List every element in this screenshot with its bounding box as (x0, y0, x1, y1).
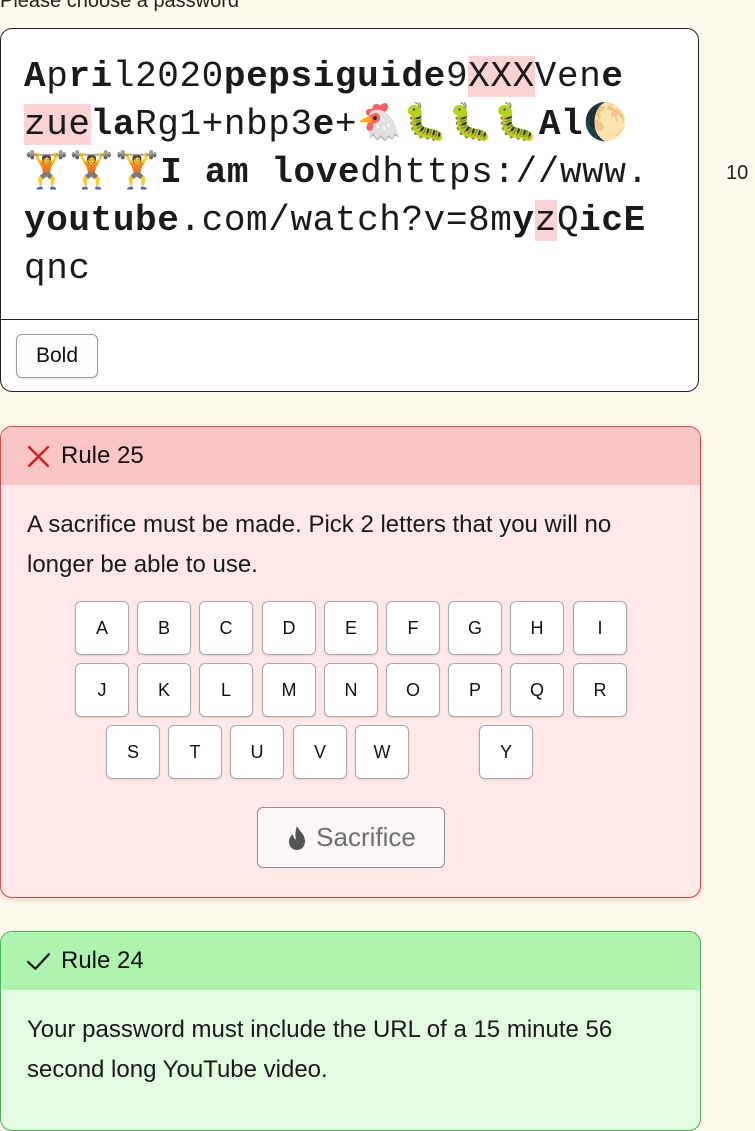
letter-key-i[interactable]: I (573, 601, 627, 655)
password-segment: youtube (24, 200, 180, 241)
password-segment: I am (160, 152, 272, 193)
password-segment: love (271, 152, 361, 193)
letter-key-o[interactable]: O (386, 663, 440, 717)
password-segment: 🌔 (583, 104, 629, 145)
password-segment: ri (68, 56, 113, 97)
letter-key-f[interactable]: F (386, 601, 440, 655)
password-segment: e (601, 56, 624, 97)
password-segment: dhttps://www. (360, 152, 649, 193)
rule-24-title: Rule 24 (61, 947, 144, 974)
letter-key-l[interactable]: L (199, 663, 253, 717)
password-segment: qnc (24, 248, 91, 289)
password-segment: la (90, 104, 136, 145)
password-segment: pepsiguide (223, 56, 446, 97)
sacrifice-button[interactable]: Sacrifice (257, 807, 445, 868)
check-icon (26, 952, 51, 970)
letter-key-y[interactable]: Y (479, 725, 533, 779)
password-segment: +🐔🐛🐛🐛 (334, 104, 539, 145)
letter-key-d[interactable]: D (262, 601, 316, 655)
letter-key-g[interactable]: G (448, 601, 502, 655)
password-segment: zue (24, 104, 91, 145)
letter-key-k[interactable]: K (137, 663, 191, 717)
password-segment: p (46, 56, 69, 97)
bold-button[interactable]: Bold (16, 334, 98, 378)
letter-key-q[interactable]: Q (510, 663, 564, 717)
password-segment: XXX (468, 56, 535, 97)
password-segment: 🏋️🏋️🏋️ (24, 152, 161, 193)
character-count: 10 (726, 162, 749, 184)
letter-key-a[interactable]: A (75, 601, 129, 655)
password-box[interactable]: April2020pepsiguide9XXXVenezuelaRg1+nbp3… (0, 28, 699, 392)
password-segment: A (24, 56, 47, 97)
cross-icon (27, 445, 50, 467)
rule-25-header: Rule 25 (1, 427, 700, 485)
rule-24-card: Rule 24 Your password must include the U… (0, 931, 701, 1131)
password-segment: Q (556, 200, 580, 241)
rule-25-title: Rule 25 (61, 442, 144, 469)
letter-key-w[interactable]: W (355, 725, 409, 779)
letter-key-h[interactable]: H (510, 601, 564, 655)
letter-key-n[interactable]: N (324, 663, 378, 717)
password-input[interactable]: April2020pepsiguide9XXXVenezuelaRg1+nbp3… (24, 53, 674, 293)
password-segment: .com/watch?v=8m (179, 200, 513, 241)
password-segment: l2020 (112, 56, 224, 97)
password-segment: Al (538, 104, 584, 145)
letter-key-s[interactable]: S (106, 725, 160, 779)
fire-icon (289, 825, 306, 850)
rule-25-card: Rule 25 A sacrifice must be made. Pick 2… (0, 426, 701, 898)
rule-25-description: A sacrifice must be made. Pick 2 letters… (27, 511, 612, 578)
password-segment: Ven (534, 56, 602, 97)
letter-key-j[interactable]: J (75, 663, 129, 717)
password-segment: e (312, 104, 335, 145)
password-toolbar-divider (1, 319, 698, 320)
letter-key-c[interactable]: C (199, 601, 253, 655)
password-segment: ic (579, 200, 624, 241)
letter-key-p[interactable]: P (448, 663, 502, 717)
password-segment: z (534, 200, 557, 241)
rule-24-header: Rule 24 (1, 932, 700, 990)
password-segment: 9 (445, 56, 469, 97)
letter-key-b[interactable]: B (137, 601, 191, 655)
letter-key-e[interactable]: E (324, 601, 378, 655)
letter-key-u[interactable]: U (230, 725, 284, 779)
password-prompt: Please choose a password (0, 0, 240, 12)
password-segment: y (512, 200, 535, 241)
letter-key-v[interactable]: V (293, 725, 347, 779)
letter-key-t[interactable]: T (168, 725, 222, 779)
letter-key-m[interactable]: M (262, 663, 316, 717)
password-segment: E (623, 200, 646, 241)
rule-24-description: Your password must include the URL of a … (27, 1016, 613, 1083)
letter-key-r[interactable]: R (573, 663, 627, 717)
password-segment: Rg1+nbp3 (135, 104, 313, 145)
sacrifice-button-label: Sacrifice (316, 822, 416, 852)
